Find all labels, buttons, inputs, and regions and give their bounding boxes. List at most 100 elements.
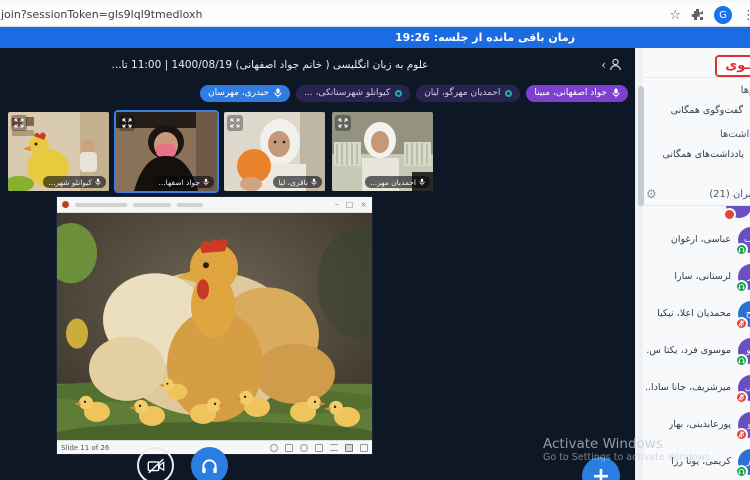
participants-toggle-button[interactable]: ‹: [601, 57, 623, 72]
viewer-tool-icon[interactable]: [285, 443, 293, 452]
video-tile[interactable]: باقری، لیا: [224, 112, 325, 191]
person-icon: [609, 58, 622, 71]
screen: join?sessionToken=gls9lql9tmedloxh ☆ G ⋮…: [0, 0, 750, 480]
video-tile-active-speaker[interactable]: جواد اصفها...: [114, 110, 219, 193]
video-tile-label: جواد اصفها...: [153, 176, 214, 188]
avatar: کر: [735, 448, 750, 478]
participant-row[interactable]: عب عباسی، ارغوان: [644, 221, 750, 258]
speaker-pill[interactable]: جواد اصفهانی، مبینا: [526, 85, 628, 102]
participant-row[interactable]: لر لرستانی، سارا: [644, 258, 750, 295]
users-header: کاربران (21) ⚙: [644, 181, 750, 206]
browser-menu-icon[interactable]: ⋮: [742, 8, 750, 23]
speaker-pill-label: کیوانلو شهرستانکی، ...: [304, 88, 391, 98]
video-tile-label: احمدیان مهر...: [364, 176, 430, 188]
maximize-icon[interactable]: □: [346, 200, 354, 209]
video-tile[interactable]: احمدیان مهر...: [332, 112, 433, 191]
avatar: می: [735, 374, 750, 404]
brand-logo: ـلــوی: [715, 55, 750, 77]
add-action-button[interactable]: +: [582, 457, 620, 480]
headphones-icon: [738, 283, 745, 289]
browser-profile-avatar[interactable]: G: [714, 6, 732, 24]
participant-row-partial[interactable]: [644, 206, 750, 221]
speaker-pill[interactable]: حیدری، مهرسان: [200, 85, 291, 102]
speaker-pill[interactable]: احمدیان مهرگو، لیان: [416, 85, 521, 102]
camera-off-button[interactable]: [137, 447, 174, 480]
participant-name: لرستانی، سارا: [674, 271, 731, 282]
speaker-pill[interactable]: کیوانلو شهرستانکی، ...: [296, 85, 411, 102]
participant-name: محمدیان اعلا، نیکیا: [657, 308, 731, 319]
status-badge: [735, 242, 748, 256]
listening-dot-icon: [395, 89, 403, 97]
url-text[interactable]: join?sessionToken=gls9lql9tmedloxh: [1, 8, 202, 21]
speaker-pill-label: جواد اصفهانی، مبینا: [534, 88, 607, 98]
viewer-tool-icon[interactable]: [270, 443, 278, 452]
participant-name: پورعابدینی، بهار: [668, 419, 731, 430]
speaker-pill-label: احمدیان مهرگو، لیان: [424, 88, 501, 98]
expand-fullscreen-icon[interactable]: [11, 115, 27, 131]
mic-icon: [274, 88, 282, 98]
video-tile[interactable]: کیوانلو شهر...: [8, 112, 109, 191]
avatar: لر: [735, 263, 750, 293]
mic-off-icon: [738, 319, 745, 327]
mic-icon: [612, 88, 620, 98]
headphones-icon: [738, 468, 745, 474]
headphones-icon: [738, 357, 745, 363]
participant-row[interactable]: پو پورعابدینی، بهار: [644, 406, 750, 443]
chevron-left-icon: ‹: [601, 57, 606, 72]
bookmark-star-icon[interactable]: ☆: [669, 9, 681, 22]
viewer-tool-icon[interactable]: [345, 443, 353, 452]
slide-image-hen-with-chicks: [57, 213, 372, 440]
viewer-tool-icon[interactable]: [315, 443, 323, 452]
call-controls: [137, 447, 228, 480]
participant-name: موسوی فرد، یکتا س...: [646, 345, 731, 356]
mic-icon: [419, 178, 425, 186]
viewer-titlebar: – □ ×: [57, 197, 372, 213]
gear-icon[interactable]: ⚙: [646, 188, 657, 200]
session-time-banner: زمان باقی مانده از جلسه: 19:26: [0, 27, 750, 48]
status-badge: [735, 353, 748, 367]
viewer-tool-icon[interactable]: [330, 444, 338, 451]
public-chat-label: گفت‌وگوی همگانی: [670, 104, 743, 116]
browser-address-bar: join?sessionToken=gls9lql9tmedloxh ☆ G ⋮: [0, 0, 750, 27]
audio-headphones-button[interactable]: [191, 447, 228, 480]
avatar: پو: [735, 411, 750, 441]
close-icon[interactable]: ×: [360, 200, 367, 209]
participant-row[interactable]: مح محمدیان اعلا، نیکیا: [644, 295, 750, 332]
status-badge: [735, 427, 748, 441]
notes-section-label: یادداشت‌ها: [719, 129, 750, 140]
messages-section-label: پیام‌ها: [740, 85, 750, 96]
participant-name: عباسی، ارغوان: [670, 234, 731, 245]
sidebar-scrollbar[interactable]: [637, 48, 644, 480]
public-notes-item[interactable]: یادداشت‌های همگانی: [644, 142, 750, 167]
expand-fullscreen-icon[interactable]: [119, 115, 135, 131]
conference-stage: علوم به زبان انگلیسی ( خانم جواد اصفهانی…: [0, 48, 635, 480]
extensions-puzzle-icon[interactable]: [691, 6, 704, 25]
video-tile-label: کیوانلو شهر...: [43, 176, 106, 188]
avatar: عب: [735, 226, 750, 256]
participant-row[interactable]: کر کریمی، یونا رزا: [644, 443, 750, 480]
video-thumbnails: کیوانلو شهر... جواد اصفها... باقری، لیا …: [8, 110, 433, 193]
participant-name: میرشریف، جانا سادا...: [646, 382, 731, 393]
participant-row[interactable]: مو موسوی فرد، یکتا س...: [644, 332, 750, 369]
camera-off-icon: [147, 458, 164, 473]
minimize-icon[interactable]: –: [335, 200, 339, 209]
expand-fullscreen-icon[interactable]: [335, 115, 351, 131]
status-badge: [735, 279, 748, 293]
participant-name: کریمی، یونا رزا: [671, 456, 731, 467]
listening-dot-icon: [505, 89, 513, 97]
expand-fullscreen-icon[interactable]: [227, 115, 243, 131]
viewer-app-icon: [62, 201, 69, 208]
viewer-tool-icon[interactable]: [300, 443, 308, 452]
headphones-icon: [202, 458, 217, 473]
remaining-time-text: زمان باقی مانده از جلسه: 19:26: [394, 31, 576, 44]
users-count-label: کاربران (21): [709, 188, 750, 200]
public-notes-label: یادداشت‌های همگانی: [662, 149, 745, 160]
mic-icon: [95, 178, 101, 186]
sidebar: ـلــوی پیام‌ها گفت‌وگوی همگانی یادداشت‌ه…: [635, 48, 750, 480]
viewer-tool-icon[interactable]: [360, 443, 368, 452]
avatar: مح: [735, 300, 750, 330]
status-badge: [735, 464, 748, 478]
public-chat-item[interactable]: گفت‌وگوی همگانی: [644, 98, 750, 122]
participant-row[interactable]: می میرشریف، جانا سادا...: [644, 369, 750, 406]
shared-screen-window: – □ × Slide 11 of 26: [57, 197, 372, 454]
